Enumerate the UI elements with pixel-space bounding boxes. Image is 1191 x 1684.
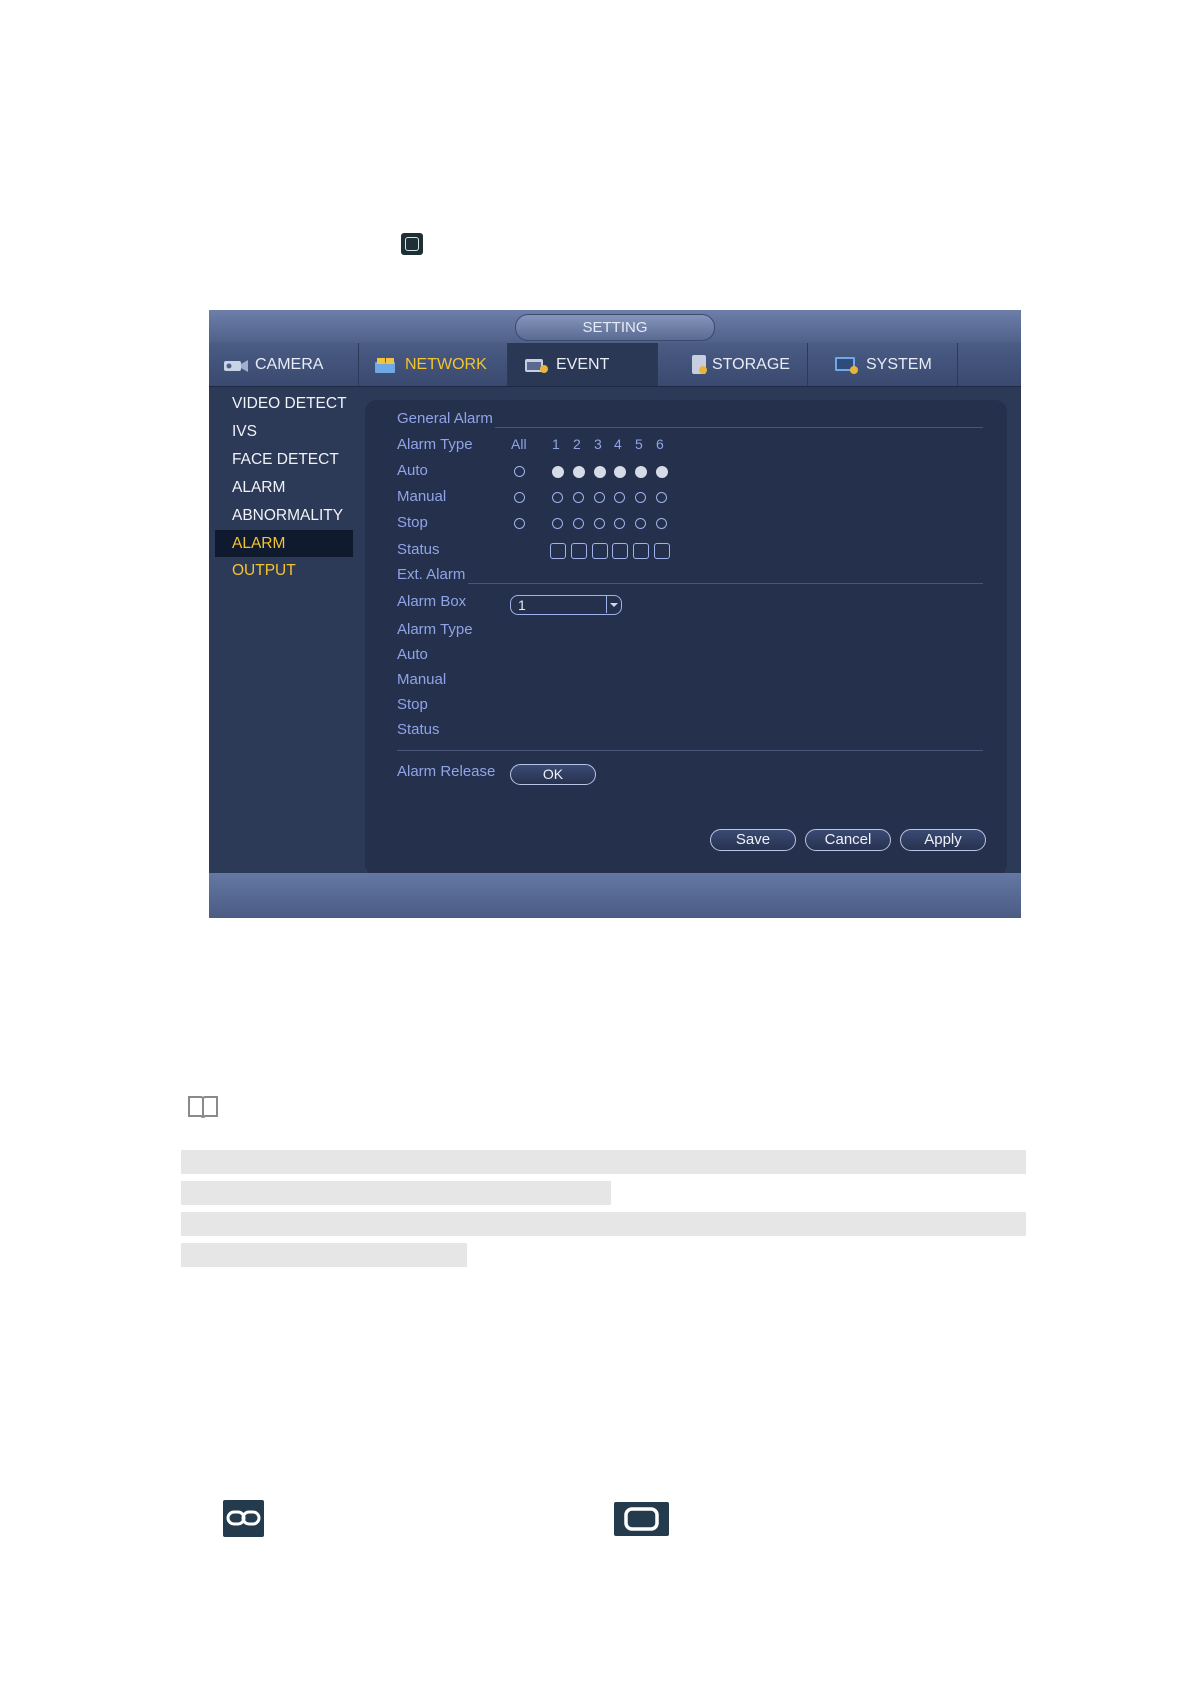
ext-stop-label: Stop — [397, 696, 428, 713]
manual-channel-5-radio[interactable] — [635, 492, 646, 503]
ext-auto-label: Auto — [397, 646, 428, 663]
sidebar-item-ivs[interactable]: IVS — [215, 418, 353, 445]
cancel-button[interactable]: Cancel — [805, 829, 891, 851]
tab-network[interactable]: NETWORK — [359, 343, 508, 386]
square-button-icon — [401, 233, 423, 255]
event-icon — [525, 358, 548, 373]
auto-label: Auto — [397, 462, 428, 479]
tab-label: SYSTEM — [866, 356, 932, 373]
alarm-output-panel: General Alarm Alarm Type All 1 2 3 4 5 6… — [365, 400, 1007, 876]
auto-all-radio[interactable] — [514, 466, 525, 477]
save-button[interactable]: Save — [710, 829, 796, 851]
auto-channel-1-radio[interactable] — [552, 466, 564, 478]
apply-button[interactable]: Apply — [900, 829, 986, 851]
link-icon — [223, 1500, 264, 1537]
manual-channel-3-radio[interactable] — [594, 492, 605, 503]
alarm-release-ok-button[interactable]: OK — [510, 764, 596, 785]
status-channel-5 — [633, 543, 649, 559]
tab-system[interactable]: SYSTEM — [808, 343, 958, 386]
event-sidebar: VIDEO DETECT IVS FACE DETECT ALARM ABNOR… — [215, 390, 360, 870]
auto-channel-6-radio[interactable] — [656, 466, 668, 478]
status-channel-6 — [654, 543, 670, 559]
status-channel-4 — [612, 543, 628, 559]
camera-icon — [224, 359, 248, 372]
manual-all-radio[interactable] — [514, 492, 525, 503]
channel-label-5: 5 — [635, 436, 643, 452]
alarm-box-select[interactable]: 1 — [510, 595, 622, 615]
tab-camera[interactable]: CAMERA — [209, 343, 359, 386]
alarm-box-label: Alarm Box — [397, 593, 467, 610]
network-icon — [375, 357, 395, 373]
channel-label-3: 3 — [594, 436, 602, 452]
system-icon — [835, 356, 858, 374]
manual-label: Manual — [397, 488, 447, 505]
sidebar-item-alarm[interactable]: ALARM — [215, 474, 353, 501]
window-title: SETTING — [515, 314, 715, 341]
redacted-text-line — [181, 1150, 1026, 1174]
channel-label-2: 2 — [573, 436, 581, 452]
auto-channel-2-radio[interactable] — [573, 466, 585, 478]
title-bar: SETTING — [209, 310, 1021, 343]
manual-channel-6-radio[interactable] — [656, 492, 667, 503]
tab-label: NETWORK — [405, 356, 487, 373]
redacted-text-line — [181, 1212, 1026, 1236]
auto-channel-4-radio[interactable] — [614, 466, 626, 478]
storage-icon — [692, 354, 707, 374]
redacted-text-line — [181, 1181, 611, 1205]
general-alarm-title: General Alarm — [397, 410, 493, 427]
manual-channel-4-radio[interactable] — [614, 492, 625, 503]
status-channel-3 — [592, 543, 608, 559]
window-frame-icon — [614, 1502, 669, 1536]
ext-alarm-title: Ext. Alarm — [397, 566, 466, 583]
tab-label: CAMERA — [255, 356, 324, 373]
tab-bar: CAMERA NETWORK EVENT STORAGE SYSTEM — [209, 343, 1021, 387]
status-channel-2 — [571, 543, 587, 559]
alarm-box-value: 1 — [518, 597, 526, 613]
manual-channel-2-radio[interactable] — [573, 492, 584, 503]
stop-channel-3-radio[interactable] — [594, 518, 605, 529]
stop-channel-4-radio[interactable] — [614, 518, 625, 529]
tab-label: STORAGE — [712, 356, 790, 373]
stop-channel-6-radio[interactable] — [656, 518, 667, 529]
channel-label-1: 1 — [552, 436, 560, 452]
tab-event[interactable]: EVENT — [508, 343, 658, 386]
section-divider — [468, 583, 983, 584]
alarm-type-label: Alarm Type — [397, 436, 473, 453]
stop-channel-5-radio[interactable] — [635, 518, 646, 529]
channel-label-4: 4 — [614, 436, 622, 452]
sidebar-item-face-detect[interactable]: FACE DETECT — [215, 446, 353, 473]
tab-label: EVENT — [556, 356, 610, 373]
alarm-release-label: Alarm Release — [397, 763, 496, 780]
stop-all-radio[interactable] — [514, 518, 525, 529]
all-column-label: All — [511, 436, 527, 452]
chevron-down-icon[interactable] — [606, 596, 621, 613]
note-book-icon — [188, 1096, 218, 1118]
sidebar-item-abnormality[interactable]: ABNORMALITY — [215, 502, 353, 529]
auto-channel-3-radio[interactable] — [594, 466, 606, 478]
stop-channel-1-radio[interactable] — [552, 518, 563, 529]
ext-manual-label: Manual — [397, 671, 447, 688]
channel-label-6: 6 — [656, 436, 664, 452]
tab-storage[interactable]: STORAGE — [658, 343, 808, 386]
bottom-bar — [209, 873, 1021, 918]
sidebar-item-video-detect[interactable]: VIDEO DETECT — [215, 390, 353, 417]
section-divider — [397, 750, 983, 751]
ext-alarm-type-label: Alarm Type — [397, 621, 473, 638]
stop-channel-2-radio[interactable] — [573, 518, 584, 529]
sidebar-item-alarm-output[interactable]: ALARM OUTPUT — [215, 530, 353, 579]
manual-channel-1-radio[interactable] — [552, 492, 563, 503]
status-channel-1 — [550, 543, 566, 559]
section-divider — [495, 427, 983, 428]
auto-channel-5-radio[interactable] — [635, 466, 647, 478]
ext-status-label: Status — [397, 721, 440, 738]
stop-label: Stop — [397, 514, 428, 531]
settings-window: SETTING CAMERA NETWORK EVENT STORAGE SYS… — [209, 310, 1021, 918]
redacted-text-line — [181, 1243, 467, 1267]
status-label: Status — [397, 541, 440, 558]
